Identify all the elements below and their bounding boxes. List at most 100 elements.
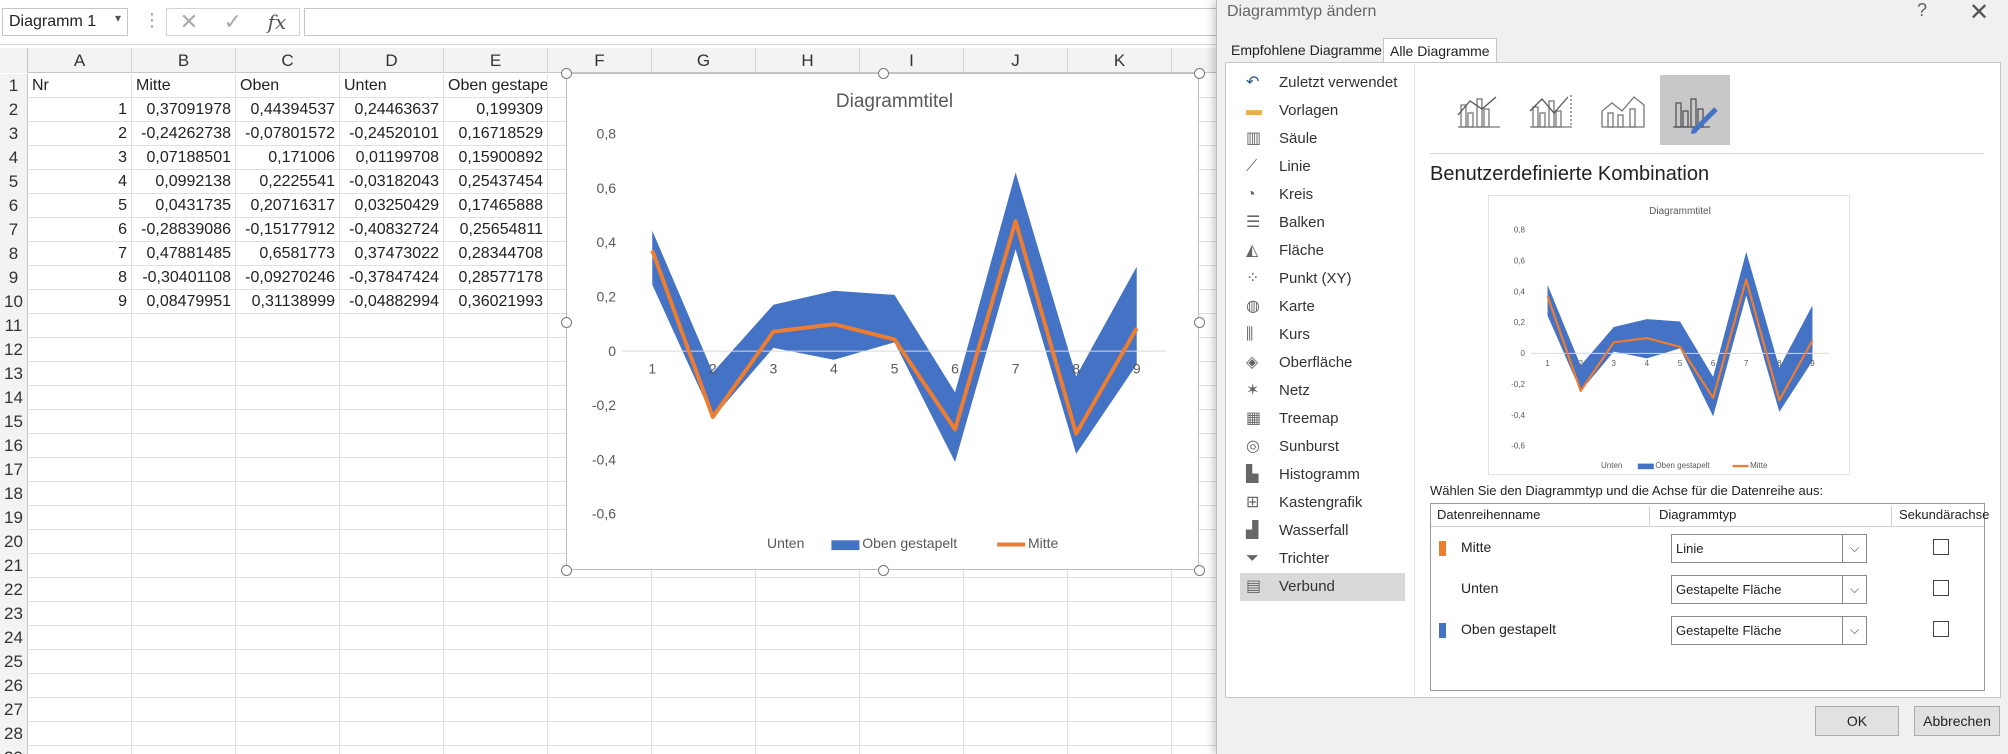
- grid-cell[interactable]: [340, 722, 444, 746]
- grid-cell[interactable]: [444, 554, 548, 578]
- grid-cell[interactable]: [860, 650, 964, 674]
- cancel-button[interactable]: Abbrechen: [1914, 706, 2000, 736]
- grid-cell[interactable]: [444, 698, 548, 722]
- grid-cell[interactable]: [236, 578, 340, 602]
- chevron-down-icon[interactable]: ⌵: [1842, 617, 1866, 644]
- grid-cell[interactable]: [28, 698, 132, 722]
- row-header[interactable]: 15: [0, 410, 28, 434]
- grid-cell[interactable]: [28, 554, 132, 578]
- grid-cell[interactable]: [964, 698, 1068, 722]
- grid-cell[interactable]: [236, 410, 340, 434]
- grid-cell[interactable]: [340, 338, 444, 362]
- data-cell[interactable]: 0,171006: [236, 146, 340, 170]
- header-cell[interactable]: Oben gestapelt: [444, 74, 548, 98]
- chart-type-folder[interactable]: ▬ Vorlagen: [1240, 97, 1405, 125]
- data-cell[interactable]: 0,31138999: [236, 290, 340, 314]
- column-header[interactable]: G: [652, 48, 756, 73]
- row-header[interactable]: 22: [0, 578, 28, 602]
- grid-cell[interactable]: [444, 746, 548, 754]
- row-header[interactable]: 26: [0, 674, 28, 698]
- grid-cell[interactable]: [132, 650, 236, 674]
- grid-cell[interactable]: [548, 722, 652, 746]
- grid-cell[interactable]: [236, 362, 340, 386]
- grid-cell[interactable]: [132, 458, 236, 482]
- chevron-down-icon[interactable]: ⌵: [1842, 576, 1866, 603]
- grid-cell[interactable]: [28, 506, 132, 530]
- chart-type-combo-chart[interactable]: ▤ Verbund: [1240, 573, 1405, 601]
- grid-cell[interactable]: [28, 674, 132, 698]
- grid-cell[interactable]: [340, 530, 444, 554]
- grid-cell[interactable]: [860, 578, 964, 602]
- grid-cell[interactable]: [28, 602, 132, 626]
- grid-cell[interactable]: [340, 506, 444, 530]
- grid-cell[interactable]: [1068, 578, 1172, 602]
- grid-cell[interactable]: [28, 626, 132, 650]
- column-header[interactable]: D: [340, 48, 444, 73]
- formula-input[interactable]: [304, 8, 1224, 36]
- row-header[interactable]: 4: [0, 146, 28, 170]
- row-header[interactable]: 1: [0, 74, 28, 98]
- grid-cell[interactable]: [132, 722, 236, 746]
- grid-cell[interactable]: [444, 410, 548, 434]
- grid-cell[interactable]: [756, 626, 860, 650]
- grid-cell[interactable]: [340, 578, 444, 602]
- grid-cell[interactable]: [652, 698, 756, 722]
- grid-cell[interactable]: [860, 698, 964, 722]
- grid-cell[interactable]: [548, 650, 652, 674]
- stacked-area-column-thumbnail[interactable]: [1588, 75, 1658, 145]
- data-cell[interactable]: 0,25437454: [444, 170, 548, 194]
- close-icon[interactable]: ✕: [1969, 0, 1989, 27]
- data-cell[interactable]: 0,20716317: [236, 194, 340, 218]
- grid-cell[interactable]: [964, 602, 1068, 626]
- data-cell[interactable]: 4: [28, 170, 132, 194]
- chart-type-funnel[interactable]: ⏷ Trichter: [1240, 545, 1405, 573]
- data-cell[interactable]: 0,44394537: [236, 98, 340, 122]
- row-header[interactable]: 8: [0, 242, 28, 266]
- row-header[interactable]: 20: [0, 530, 28, 554]
- row-header[interactable]: 12: [0, 338, 28, 362]
- grid-cell[interactable]: [1068, 650, 1172, 674]
- grid-cell[interactable]: [964, 626, 1068, 650]
- grid-cell[interactable]: [652, 578, 756, 602]
- grid-cell[interactable]: [28, 722, 132, 746]
- row-header[interactable]: 28: [0, 722, 28, 746]
- grid-cell[interactable]: [964, 746, 1068, 754]
- resize-handle[interactable]: [1194, 316, 1205, 328]
- grid-cell[interactable]: [236, 554, 340, 578]
- grid-cell[interactable]: [964, 650, 1068, 674]
- cancel-icon[interactable]: ✕: [180, 9, 198, 35]
- grid-cell[interactable]: [236, 458, 340, 482]
- data-cell[interactable]: -0,04882994: [340, 290, 444, 314]
- chart-type-column-chart[interactable]: ▥ Säule: [1240, 125, 1405, 153]
- row-header[interactable]: 10: [0, 290, 28, 314]
- grid-cell[interactable]: [28, 434, 132, 458]
- row-header[interactable]: 24: [0, 626, 28, 650]
- data-cell[interactable]: 0,199309: [444, 98, 548, 122]
- grid-cell[interactable]: [132, 362, 236, 386]
- chart-type-histogram[interactable]: ▙ Histogramm: [1240, 461, 1405, 489]
- grid-cell[interactable]: [28, 482, 132, 506]
- header-cell[interactable]: Nr: [28, 74, 132, 98]
- grid-cell[interactable]: [444, 722, 548, 746]
- secondary-axis-checkbox[interactable]: [1933, 539, 1949, 555]
- chevron-down-icon[interactable]: ▾: [115, 11, 121, 25]
- grid-cell[interactable]: [548, 626, 652, 650]
- data-cell[interactable]: 0,28344708: [444, 242, 548, 266]
- grid-cell[interactable]: [444, 386, 548, 410]
- series-chart-type-select[interactable]: Linie ⌵: [1671, 534, 1867, 563]
- grid-cell[interactable]: [756, 602, 860, 626]
- resize-handle[interactable]: [561, 68, 572, 79]
- grid-cell[interactable]: [132, 410, 236, 434]
- grid-cell[interactable]: [340, 458, 444, 482]
- grid-cell[interactable]: [340, 434, 444, 458]
- chart-type-radar-chart[interactable]: ✶ Netz: [1240, 377, 1405, 405]
- column-header[interactable]: H: [756, 48, 860, 73]
- data-cell[interactable]: 0,01199708: [340, 146, 444, 170]
- grid-cell[interactable]: [340, 362, 444, 386]
- grid-cell[interactable]: [340, 482, 444, 506]
- grid-cell[interactable]: [548, 698, 652, 722]
- data-cell[interactable]: 0,37473022: [340, 242, 444, 266]
- ok-button[interactable]: OK: [1815, 706, 1899, 736]
- data-cell[interactable]: -0,07801572: [236, 122, 340, 146]
- grid-cell[interactable]: [444, 506, 548, 530]
